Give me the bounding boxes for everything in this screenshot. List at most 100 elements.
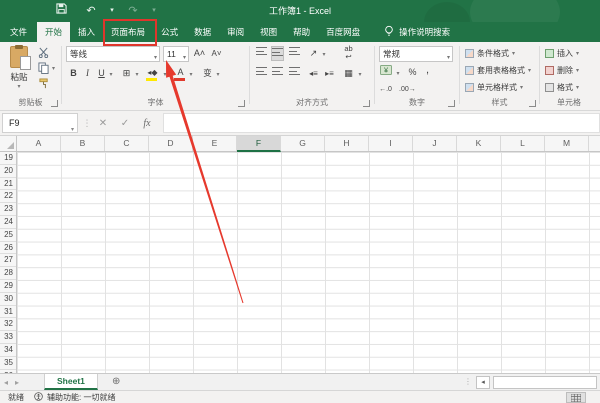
column-header-c[interactable]: C [105,136,149,151]
delete-cells-button[interactable]: 删除▾ [545,63,579,78]
sheet-nav-left-icon[interactable]: ◂ [4,378,8,387]
format-cells-button[interactable]: 格式▾ [545,80,579,95]
new-sheet-icon[interactable]: ⊕ [112,376,120,387]
increase-indent-icon[interactable]: ▸≡ [323,66,336,81]
clipboard-dialog-launcher-icon[interactable] [51,100,58,107]
row-header-34[interactable]: 34 [0,344,16,357]
font-name-combo[interactable]: 等线▾ [66,46,160,62]
bottom-align-icon[interactable] [288,46,301,61]
align-center-icon[interactable] [271,66,284,81]
accounting-format-icon[interactable]: ¥ [379,65,392,80]
tab-help[interactable]: 帮助 [285,22,318,42]
top-align-icon[interactable] [255,46,268,61]
spreadsheet-cells[interactable] [17,152,600,373]
column-header-f[interactable]: F [237,136,281,152]
scrollbar-split-handle[interactable]: ⋮ [464,377,472,386]
column-header-m[interactable]: M [545,136,589,151]
accounting-dropdown-icon[interactable]: ▾ [394,67,402,82]
phonetic-dropdown-icon[interactable]: ▾ [214,68,222,83]
format-painter-icon[interactable] [38,78,50,91]
orientation-dropdown-icon[interactable]: ▾ [320,48,328,63]
decrease-indent-icon[interactable]: ◂≡ [307,66,320,81]
decrease-font-size-icon[interactable]: A˅ [210,46,223,61]
fill-color-dropdown-icon[interactable]: ▾ [161,68,169,83]
cell-styles-button[interactable]: 单元格样式▾ [465,80,523,95]
tab-review[interactable]: 审阅 [219,22,252,42]
column-header-b[interactable]: B [61,136,105,151]
column-header-h[interactable]: H [325,136,369,151]
row-header-26[interactable]: 26 [0,242,16,255]
column-header-i[interactable]: I [369,136,413,151]
column-header-a[interactable]: A [17,136,61,151]
font-dialog-launcher-icon[interactable] [238,100,245,107]
font-color-dropdown-icon[interactable]: ▾ [187,68,195,83]
font-color-icon[interactable]: A [174,65,187,80]
spreadsheet-grid[interactable]: 192021222324252627282930313233343536 [0,152,600,373]
normal-view-icon[interactable] [566,392,586,403]
conditional-formatting-button[interactable]: 条件格式▾ [465,46,515,61]
number-format-combo[interactable]: 常规▾ [379,46,453,62]
row-header-35[interactable]: 35 [0,357,16,370]
copy-dropdown-icon[interactable]: ▾ [52,65,55,72]
row-header-25[interactable]: 25 [0,229,16,242]
font-size-combo[interactable]: 11▾ [163,46,189,62]
row-header-32[interactable]: 32 [0,318,16,331]
styles-dialog-launcher-icon[interactable] [529,100,536,107]
row-header-19[interactable]: 19 [0,152,16,165]
row-header-30[interactable]: 30 [0,293,16,306]
row-header-29[interactable]: 29 [0,280,16,293]
row-header-33[interactable]: 33 [0,331,16,344]
sheet-nav-right-icon[interactable]: ▸ [15,378,19,387]
number-dialog-launcher-icon[interactable] [448,100,455,107]
sheet-tab-sheet1[interactable]: Sheet1 [44,374,98,390]
merge-center-icon[interactable]: ▦ [342,66,355,81]
row-header-27[interactable]: 27 [0,254,16,267]
tab-formulas[interactable]: 公式 [153,22,186,42]
copy-icon[interactable] [38,62,49,76]
row-header-20[interactable]: 20 [0,165,16,178]
italic-button[interactable]: I [81,66,94,81]
formula-input[interactable] [163,113,600,133]
scroll-left-icon[interactable]: ◂ [476,376,490,389]
tab-baidu-netdisk[interactable]: 百度网盘 [318,22,368,42]
phonetic-guide-icon[interactable]: 变 [201,66,214,81]
middle-align-icon[interactable] [271,46,284,61]
borders-dropdown-icon[interactable]: ▾ [133,68,141,83]
tab-home[interactable]: 开始 [37,22,70,42]
tell-me-search[interactable]: 操作说明搜索 [384,22,450,42]
tab-file[interactable]: 文件 [0,22,37,42]
decrease-decimal-icon[interactable]: .00→ [399,82,416,97]
enter-icon[interactable]: ✓ [114,118,136,129]
format-as-table-button[interactable]: 套用表格格式▾ [465,63,531,78]
increase-font-size-icon[interactable]: A˄ [193,46,206,61]
insert-function-icon[interactable]: fx [136,118,158,129]
column-header-l[interactable]: L [501,136,545,151]
cancel-icon[interactable]: ✕ [92,118,114,129]
alignment-dialog-launcher-icon[interactable] [363,100,370,107]
column-header-e[interactable]: E [193,136,237,151]
tab-insert[interactable]: 插入 [70,22,103,42]
row-header-24[interactable]: 24 [0,216,16,229]
row-header-23[interactable]: 23 [0,203,16,216]
insert-cells-button[interactable]: 插入▾ [545,46,579,61]
percent-style-icon[interactable]: % [406,65,419,80]
tab-data[interactable]: 数据 [186,22,219,42]
tab-view[interactable]: 视图 [252,22,285,42]
increase-decimal-icon[interactable]: ←.0 [379,82,392,97]
row-header-21[interactable]: 21 [0,178,16,191]
select-all-corner[interactable] [0,136,17,151]
wrap-text-icon[interactable]: ab↩ [342,45,355,60]
merge-dropdown-icon[interactable]: ▾ [356,68,364,83]
bold-button[interactable]: B [67,66,80,81]
align-right-icon[interactable] [288,66,301,81]
horizontal-scrollbar[interactable] [492,376,600,389]
fill-color-icon[interactable]: ◂◆ [146,65,159,80]
align-left-icon[interactable] [255,66,268,81]
horizontal-scrollbar-thumb[interactable] [493,376,597,389]
column-header-j[interactable]: J [413,136,457,151]
column-header-k[interactable]: K [457,136,501,151]
comma-style-icon[interactable]: , [421,63,434,78]
cut-icon[interactable] [38,47,49,60]
row-header-28[interactable]: 28 [0,267,16,280]
paste-button[interactable]: 粘贴 ▾ [6,46,32,90]
